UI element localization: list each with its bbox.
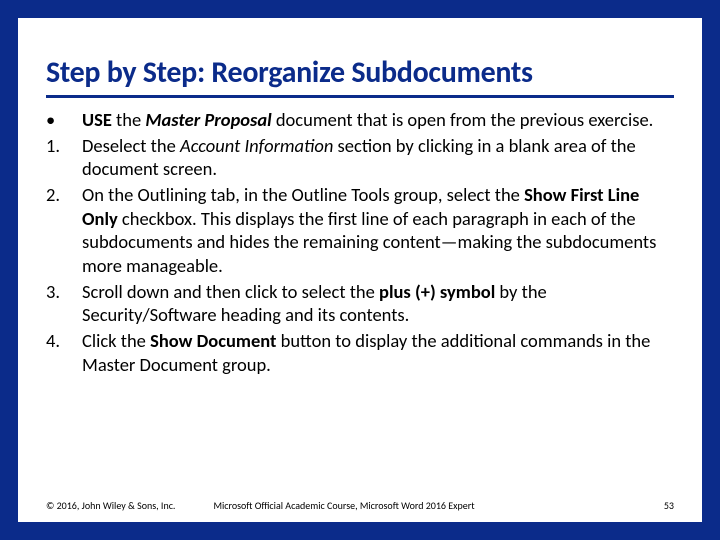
step-text: Deselect the Account Information section… [82, 134, 674, 181]
step-text: Click the Show Document button to displa… [82, 329, 674, 376]
step-marker: 1. [46, 134, 82, 181]
step-item: 4.Click the Show Document button to disp… [46, 329, 674, 376]
slide-frame: Step by Step: Reorganize Subdocuments •U… [0, 0, 720, 540]
steps-list: •USE the Master Proposal document that i… [46, 108, 674, 376]
step-item: •USE the Master Proposal document that i… [46, 108, 674, 132]
step-marker: • [46, 108, 82, 132]
step-marker: 4. [46, 329, 82, 376]
step-text: USE the Master Proposal document that is… [82, 108, 674, 132]
footer: © 2016, John Wiley & Sons, Inc. Microsof… [46, 499, 674, 512]
footer-course: Microsoft Official Academic Course, Micr… [213, 499, 663, 512]
step-marker: 3. [46, 280, 82, 327]
step-item: 2.On the Outlining tab, in the Outline T… [46, 183, 674, 278]
step-item: 1.Deselect the Account Information secti… [46, 134, 674, 181]
step-text: Scroll down and then click to select the… [82, 280, 674, 327]
footer-copyright: © 2016, John Wiley & Sons, Inc. [46, 499, 175, 512]
step-text: On the Outlining tab, in the Outline Too… [82, 183, 674, 278]
footer-page: 53 [664, 499, 674, 512]
slide-title: Step by Step: Reorganize Subdocuments [46, 46, 674, 98]
step-marker: 2. [46, 183, 82, 278]
slide-content: Step by Step: Reorganize Subdocuments •U… [18, 18, 702, 522]
step-item: 3.Scroll down and then click to select t… [46, 280, 674, 327]
